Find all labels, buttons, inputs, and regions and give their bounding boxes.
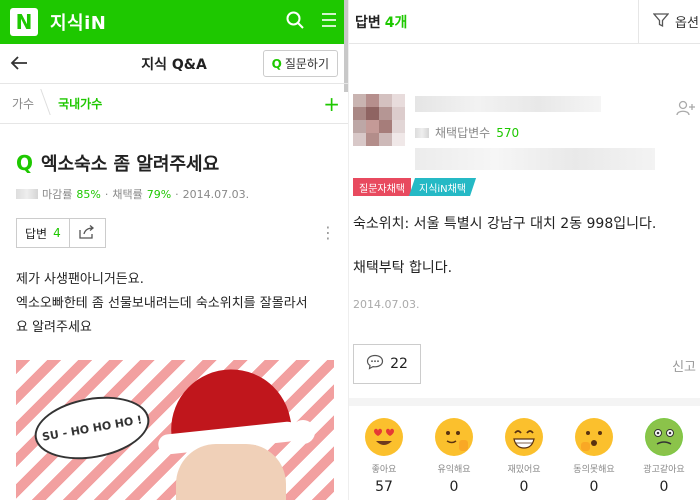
meta-separator: · <box>175 187 179 201</box>
reaction-label: 재밌어요 <box>507 465 541 475</box>
question-photo[interactable]: SU - HO HO HO ! <box>16 360 334 500</box>
answer-button[interactable]: 답변 4 <box>16 218 70 248</box>
question-date: 2014.07.03. <box>182 187 250 201</box>
thumbs-up-icon <box>435 418 473 456</box>
meta-separator: · <box>104 187 109 201</box>
question-body-line: 엑소오빠한테 좀 선물보내려는데 숙소위치를 잘몰라서 <box>16 296 308 311</box>
reaction-bar: 좋아요 57 유익해요 0 재밌어요 0 동의못해요 0 광고같아요 0 <box>349 418 700 495</box>
reaction-count: 0 <box>449 479 459 495</box>
app-title[interactable]: 지식iN <box>50 9 106 35</box>
close-rate-value: 85% <box>76 187 101 201</box>
reaction-label: 유익해요 <box>437 465 471 475</box>
answer-date: 2014.07.03. <box>353 298 420 311</box>
reaction-label: 좋아요 <box>371 465 397 475</box>
share-icon <box>79 224 95 243</box>
ask-question-label: 질문하기 <box>284 57 329 71</box>
naver-logo[interactable]: N <box>10 8 38 36</box>
adopt-rate-label: 채택률 <box>112 188 143 201</box>
answer-list-header: 답변 4개 옵션 <box>349 0 700 44</box>
kin-adopted-badge: 지식iN채택 <box>409 178 476 196</box>
question-title-text: 엑소숙소 좀 알려주세요 <box>41 154 220 175</box>
question-meta: 마감률 85% · 채택률 79% · 2014.07.03. <box>16 186 348 202</box>
question-icon: Q <box>16 151 34 175</box>
adoption-badges: 질문자채택 지식iN채택 <box>353 178 476 196</box>
menu-icon[interactable] <box>320 12 338 32</box>
reaction-count: 0 <box>659 479 669 495</box>
add-friend-icon[interactable] <box>676 100 696 120</box>
question-body-line: 제가 사생팬아니거든요. <box>16 272 144 287</box>
heart-eyes-icon <box>365 418 403 456</box>
grin-icon <box>505 418 543 456</box>
reaction-looks-like-ad[interactable]: 광고같아요 0 <box>629 418 699 495</box>
comment-count: 22 <box>390 356 408 372</box>
close-rate-label: 마감률 <box>42 188 73 201</box>
chosen-answers-count: 570 <box>496 125 520 140</box>
filter-options-button[interactable]: 옵션 <box>638 0 700 44</box>
reaction-label: 동의못해요 <box>573 465 615 475</box>
speech-bubble-text: SU - HO HO HO ! <box>41 412 143 444</box>
ask-question-button[interactable]: Q 질문하기 <box>262 50 338 77</box>
reaction-count: 0 <box>519 479 529 495</box>
nav-bar: 지식 Q&A Q 질문하기 <box>0 44 348 84</box>
blurred-username <box>415 96 601 112</box>
breadcrumb: 가수 국내가수 + <box>0 84 348 124</box>
search-icon[interactable] <box>286 11 304 33</box>
more-options-icon[interactable]: ⋮ <box>320 225 336 241</box>
asker-adopted-badge: 질문자채택 <box>353 178 411 196</box>
question-body: 제가 사생팬아니거든요. 엑소오빠한테 좀 선물보내려는데 숙소위치를 잘몰라서… <box>16 268 332 340</box>
reaction-funny[interactable]: 재밌어요 0 <box>489 418 559 495</box>
blurred-profile-info <box>415 148 655 170</box>
answer-line: 채택부탁 합니다. <box>353 260 453 276</box>
filter-icon <box>652 12 670 32</box>
section-divider <box>349 398 700 406</box>
answer-button-label: 답변 <box>25 226 48 241</box>
answer-panel: 답변 4개 옵션 채택답변수 570 질문자채택 지식iN채택 숙소위치: 서울… <box>348 0 700 500</box>
question-title: Q 엑소숙소 좀 알려주세요 <box>16 150 334 176</box>
reaction-label: 광고같아요 <box>643 465 685 475</box>
confused-icon <box>575 418 613 456</box>
reaction-useful[interactable]: 유익해요 0 <box>419 418 489 495</box>
comment-icon <box>366 354 384 374</box>
answer-line: 숙소위치: 서울 특별시 강남구 대치 2동 998입니다. <box>353 216 657 232</box>
report-link[interactable]: 신고 <box>672 356 696 375</box>
breadcrumb-item-korean-singer[interactable]: 국내가수 <box>58 95 102 112</box>
answer-count: 4 <box>53 226 61 240</box>
answerer-stats: 채택답변수 570 <box>415 124 519 141</box>
chosen-answers-label: 채택답변수 <box>435 126 491 140</box>
sick-icon <box>645 418 683 456</box>
santa-hat-pompom <box>291 420 315 444</box>
reaction-like[interactable]: 좋아요 57 <box>349 418 419 495</box>
question-body-line: 요 알려주세요 <box>16 320 92 335</box>
answer-header-count: 4개 <box>384 14 408 31</box>
add-category-icon[interactable]: + <box>323 92 340 116</box>
adopt-rate-value: 79% <box>146 187 172 201</box>
reaction-count: 57 <box>375 479 393 495</box>
reaction-disagree[interactable]: 동의못해요 0 <box>559 418 629 495</box>
answer-header-label: 답변 <box>355 14 381 31</box>
breadcrumb-item-singer[interactable]: 가수 <box>12 95 48 112</box>
comment-button[interactable]: 22 <box>353 344 421 384</box>
share-button[interactable] <box>69 218 106 248</box>
photo-person <box>176 444 286 500</box>
reaction-count: 0 <box>589 479 599 495</box>
blurred-username <box>16 189 38 199</box>
answer-body: 숙소위치: 서울 특별시 강남구 대치 2동 998입니다. 채택부탁 합니다. <box>353 210 656 282</box>
speech-bubble: SU - HO HO HO ! <box>29 388 155 468</box>
question-actions: 답변 4 ⋮ <box>16 218 348 248</box>
question-panel: N 지식iN 지식 Q&A Q 질문하기 가수 국내가수 + Q 엑소숙소 좀 … <box>0 0 348 500</box>
back-arrow-icon[interactable] <box>10 52 28 76</box>
filter-options-label: 옵션 <box>675 16 699 31</box>
question-mark-icon: Q <box>271 56 282 71</box>
avatar[interactable] <box>353 94 405 146</box>
blurred-rank <box>415 127 429 138</box>
app-header: N 지식iN <box>0 0 348 92</box>
